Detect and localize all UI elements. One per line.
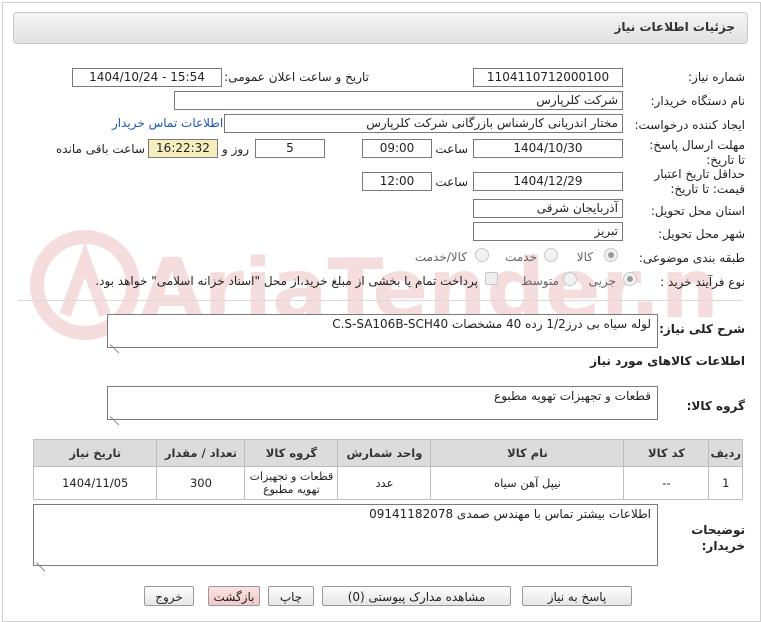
attachments-button[interactable]: مشاهده مدارک پیوستی (0) bbox=[322, 586, 511, 606]
buyer-notes-label: توضیحات خریدار: bbox=[691, 523, 745, 553]
goods-table: ردیف کد کالا نام کالا واحد شمارش گروه کا… bbox=[32, 439, 743, 500]
city-field[interactable]: تبریز bbox=[473, 222, 623, 241]
back-button[interactable]: بازگشت bbox=[208, 586, 260, 606]
cell-date: 1404/11/05 bbox=[32, 466, 158, 500]
deadline-date-field[interactable]: 1404/10/30 bbox=[473, 139, 623, 158]
announce-field[interactable]: 1404/10/24 - 15:54 bbox=[72, 68, 222, 87]
cell-qty: 300 bbox=[156, 466, 246, 500]
category-option-service: خدمت bbox=[505, 250, 537, 264]
cell-code: -- bbox=[623, 466, 710, 500]
remaining-time-field: 16:22:32 bbox=[148, 139, 218, 158]
goods-section-title: اطلاعات کالاهای مورد نیاز bbox=[590, 354, 745, 368]
reply-button[interactable]: پاسخ به نیاز bbox=[522, 586, 632, 606]
remaining-label: ساعت باقی مانده bbox=[55, 142, 145, 156]
validity-time-label: ساعت bbox=[435, 175, 468, 189]
description-label: شرح کلی نیاز: bbox=[659, 322, 745, 336]
need-number-label: شماره نیاز: bbox=[688, 70, 745, 84]
col-code-header: کد کالا bbox=[623, 439, 710, 467]
city-label: شهر محل تحویل: bbox=[658, 227, 745, 241]
cell-row: 1 bbox=[708, 466, 743, 500]
col-name-header: نام کالا bbox=[430, 439, 625, 467]
resize-handle-icon[interactable] bbox=[110, 336, 119, 345]
validity-time-field[interactable]: 12:00 bbox=[362, 172, 432, 191]
process-option-minor: جزیی bbox=[588, 274, 616, 288]
process-radio-minor[interactable] bbox=[623, 272, 637, 286]
exit-button[interactable]: خروج bbox=[144, 586, 194, 606]
buyer-notes-textarea[interactable]: اطلاعات بیشتر تماس با مهندس صمدی 0914118… bbox=[33, 504, 658, 566]
need-number-field[interactable]: 1104110712000100 bbox=[473, 68, 623, 87]
category-option-goods-service: کالا/خدمت bbox=[414, 250, 467, 264]
col-date-header: تاریخ نیاز bbox=[32, 439, 158, 467]
validity-label: حداقل تاریخ اعتبار قیمت: تا تاریخ: bbox=[654, 167, 745, 196]
resize-handle-icon[interactable] bbox=[110, 408, 119, 417]
table-header-row: ردیف کد کالا نام کالا واحد شمارش گروه کا… bbox=[32, 439, 743, 467]
goods-group-textarea[interactable]: قطعات و تجهیزات تهویه مطبوع bbox=[107, 386, 658, 420]
description-textarea[interactable]: لوله سیاه بی درز1/2 رده 40 مشخصات C.S-SA… bbox=[107, 314, 658, 348]
process-label: نوع فرآیند خرید : bbox=[660, 275, 745, 289]
table-row[interactable]: 1 -- نیپل آهن سیاه عدد قطعات و تجهیزات ت… bbox=[32, 466, 743, 500]
creator-field[interactable]: مختار اندریانی کارشناس بازرگانی شرکت کلر… bbox=[224, 114, 623, 133]
days-label: روز و bbox=[222, 142, 249, 156]
days-remaining-field[interactable]: 5 bbox=[255, 139, 325, 158]
buyer-org-field[interactable]: شرکت کلرپارس bbox=[174, 91, 623, 110]
process-option-medium: متوسط bbox=[521, 274, 559, 288]
deadline-time-label: ساعت bbox=[435, 142, 468, 156]
buyer-contact-link[interactable]: اطلاعات تماس خریدار bbox=[112, 116, 223, 130]
col-qty-header: تعداد / مقدار bbox=[156, 439, 246, 467]
treasury-note: پرداخت تمام یا بخشی از مبلغ خرید،از محل … bbox=[95, 274, 478, 288]
creator-label: ایجاد کننده درخواست: bbox=[634, 118, 745, 132]
col-group-header: گروه کالا bbox=[244, 439, 339, 467]
announce-label: تاریخ و ساعت اعلان عمومی: bbox=[224, 70, 369, 84]
province-label: استان محل تحویل: bbox=[650, 204, 745, 218]
goods-group-text: قطعات و تجهیزات تهویه مطبوع bbox=[494, 389, 651, 403]
category-radio-goods[interactable] bbox=[604, 248, 618, 262]
category-option-goods: کالا bbox=[576, 250, 593, 264]
validity-date-field[interactable]: 1404/12/29 bbox=[473, 172, 623, 191]
print-button[interactable]: چاپ bbox=[268, 586, 314, 606]
panel-title: جزئیات اطلاعات نیاز bbox=[614, 20, 735, 34]
panel-header: جزئیات اطلاعات نیاز bbox=[13, 12, 748, 44]
cell-unit: عدد bbox=[337, 466, 432, 500]
category-radio-goods-service[interactable] bbox=[475, 248, 489, 262]
goods-group-label: گروه کالا: bbox=[686, 399, 745, 413]
description-text: لوله سیاه بی درز1/2 رده 40 مشخصات C.S-SA… bbox=[332, 317, 651, 331]
buyer-notes-text: اطلاعات بیشتر تماس با مهندس صمدی 0914118… bbox=[369, 507, 651, 521]
cell-name: نیپل آهن سیاه bbox=[430, 466, 625, 500]
category-radio-service[interactable] bbox=[544, 248, 558, 262]
process-radio-medium[interactable] bbox=[563, 272, 577, 286]
treasury-checkbox[interactable] bbox=[485, 272, 498, 285]
deadline-time-field[interactable]: 09:00 bbox=[362, 139, 432, 158]
province-field[interactable]: آذربایجان شرقی bbox=[473, 199, 623, 218]
divider bbox=[18, 300, 742, 301]
col-row-header: ردیف bbox=[708, 439, 743, 467]
deadline-label: مهلت ارسال پاسخ: تا تاریخ: bbox=[649, 138, 745, 167]
buyer-org-label: نام دستگاه خریدار: bbox=[650, 94, 746, 108]
resize-handle-icon[interactable] bbox=[36, 554, 45, 563]
cell-group: قطعات و تجهیزات تهویه مطبوع bbox=[244, 466, 339, 500]
col-unit-header: واحد شمارش bbox=[337, 439, 432, 467]
category-label: طبقه بندی موضوعی: bbox=[638, 251, 745, 265]
